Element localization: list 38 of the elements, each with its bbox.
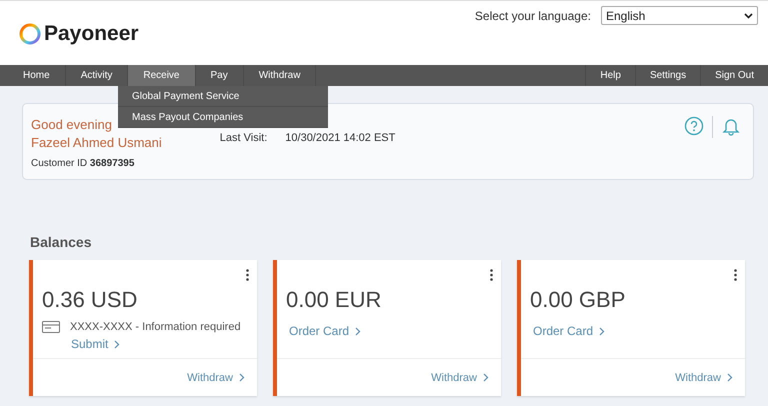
last-visit-date: 10/30/2021 14:02 EST [285,132,396,146]
submit-link[interactable]: Submit [71,337,120,351]
balances-heading: Balances [30,234,92,250]
more-icon[interactable] [246,269,249,281]
chevron-icon [727,373,733,382]
withdraw-link[interactable]: Withdraw [431,372,489,384]
help-icon[interactable] [684,116,704,136]
balance-amount: 0.36 USD [42,287,138,313]
nav-link[interactable]: Help [585,65,635,86]
user-name: Fazeel Ahmed Usmani [31,134,162,152]
chevron-icon [114,340,120,348]
nav-link[interactable]: Sign Out [700,65,768,86]
withdraw-link[interactable]: Withdraw [187,372,245,384]
more-icon[interactable] [490,269,493,281]
withdraw-link[interactable]: Withdraw [675,372,733,384]
language-label: Select your language: [474,9,591,23]
greeting: Good evening [31,116,112,134]
chevron-icon [355,326,362,336]
chevron-icon [599,326,606,336]
customer-id: Customer ID 36897395 [31,158,136,169]
nav-tab[interactable]: Receive [128,65,196,86]
menu-item[interactable]: Global Payment Service [118,86,328,107]
balance-amount: 0.00 EUR [286,287,382,313]
caret-icon [744,12,753,18]
credit-card-icon [42,321,60,333]
language-select[interactable]: English [601,6,758,25]
balance-amount: 0.00 GBP [530,287,626,313]
logo-text: Payoneer [44,22,139,46]
nav-link[interactable]: Settings [634,65,700,86]
ring-logo-icon [19,23,41,45]
order-card-link[interactable]: Order Card [533,324,606,338]
card-info: XXXX-XXXX - Information required [70,321,241,333]
nav-tab[interactable]: Home [8,65,66,86]
more-icon[interactable] [734,269,737,281]
chevron-icon [239,373,245,382]
chevron-icon [483,373,489,382]
last-visit-label: Last Visit: [220,132,268,146]
order-card-link[interactable]: Order Card [289,324,362,338]
